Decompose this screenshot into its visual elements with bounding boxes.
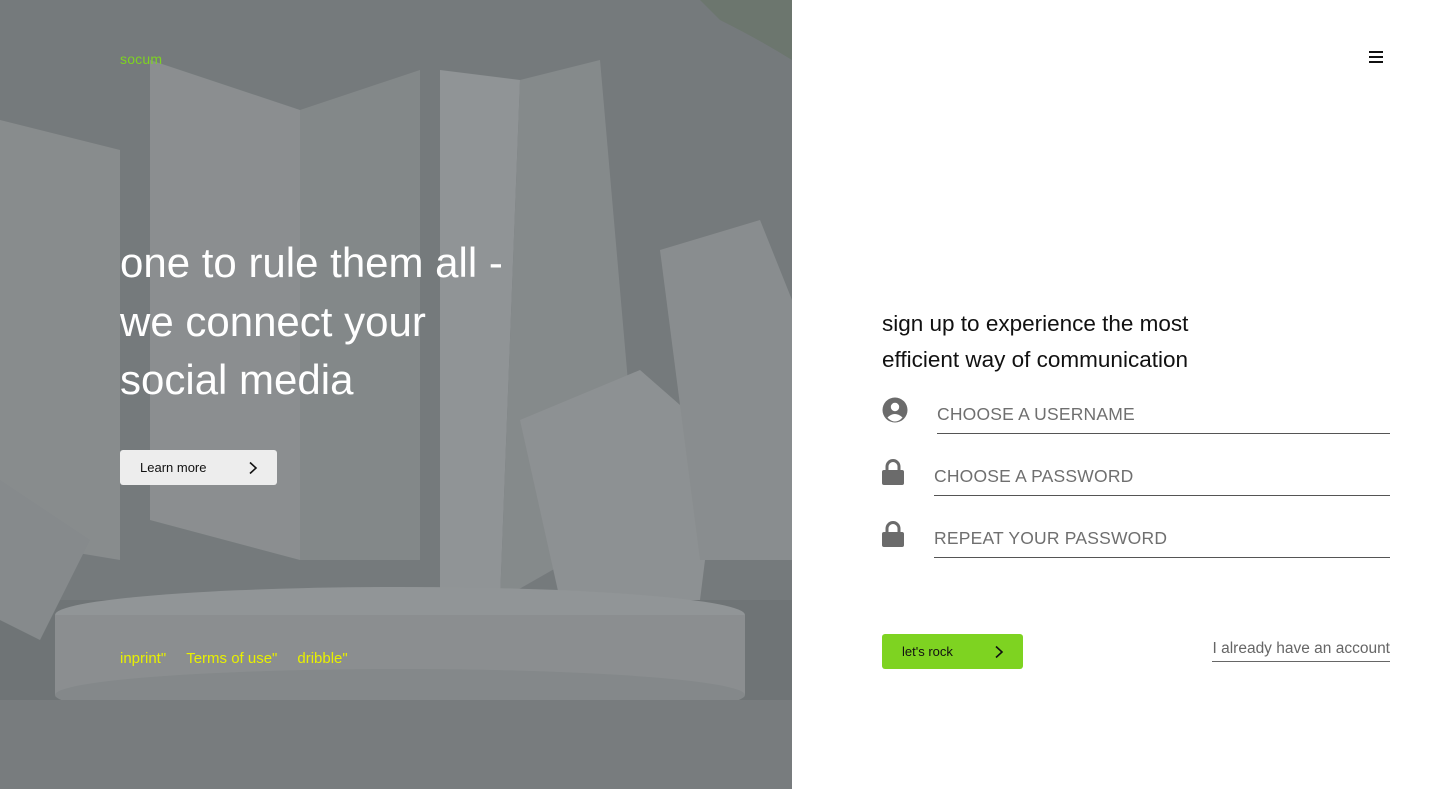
footer-link-dribbble[interactable]: dribble" [297,650,347,667]
repeat-password-field-row [882,519,1390,561]
password-field-row [882,457,1390,499]
footer-link-imprint[interactable]: inprint" [120,650,166,667]
footer-links: inprint" Terms of use" dribble" [120,650,348,667]
signup-tagline-line: efficient way of communication [882,347,1188,372]
submit-button[interactable]: let's rock [882,634,1023,669]
signup-tagline-line: sign up to experience the most [882,311,1189,336]
user-circle-icon [882,397,908,423]
password-input[interactable] [934,457,1390,496]
username-input[interactable] [937,395,1390,434]
footer-link-terms[interactable]: Terms of use" [186,650,277,667]
hero-headline-line: one to rule them all - [120,239,503,286]
lock-icon [882,521,904,547]
signup-panel: sign up to experience the most efficient… [792,0,1440,789]
chevron-right-icon [249,461,258,474]
hero-headline-line: social media [120,356,354,403]
learn-more-label: Learn more [140,460,207,475]
repeat-password-input[interactable] [934,519,1390,558]
username-field-row [882,395,1390,437]
submit-label: let's rock [902,644,953,659]
brand-logo[interactable]: socum [120,51,162,67]
chevron-right-icon [995,645,1004,658]
login-link[interactable]: I already have an account [1212,640,1390,662]
learn-more-button[interactable]: Learn more [120,450,277,485]
hero-content: socum one to rule them all - we connect … [0,0,792,789]
hero-section: socum one to rule them all - we connect … [0,0,792,789]
hero-headline: one to rule them all - we connect your s… [120,234,560,410]
hamburger-icon[interactable] [1369,51,1383,65]
lock-icon [882,459,904,485]
signup-tagline: sign up to experience the most efficient… [882,306,1242,378]
hero-headline-line: we connect your [120,297,426,345]
